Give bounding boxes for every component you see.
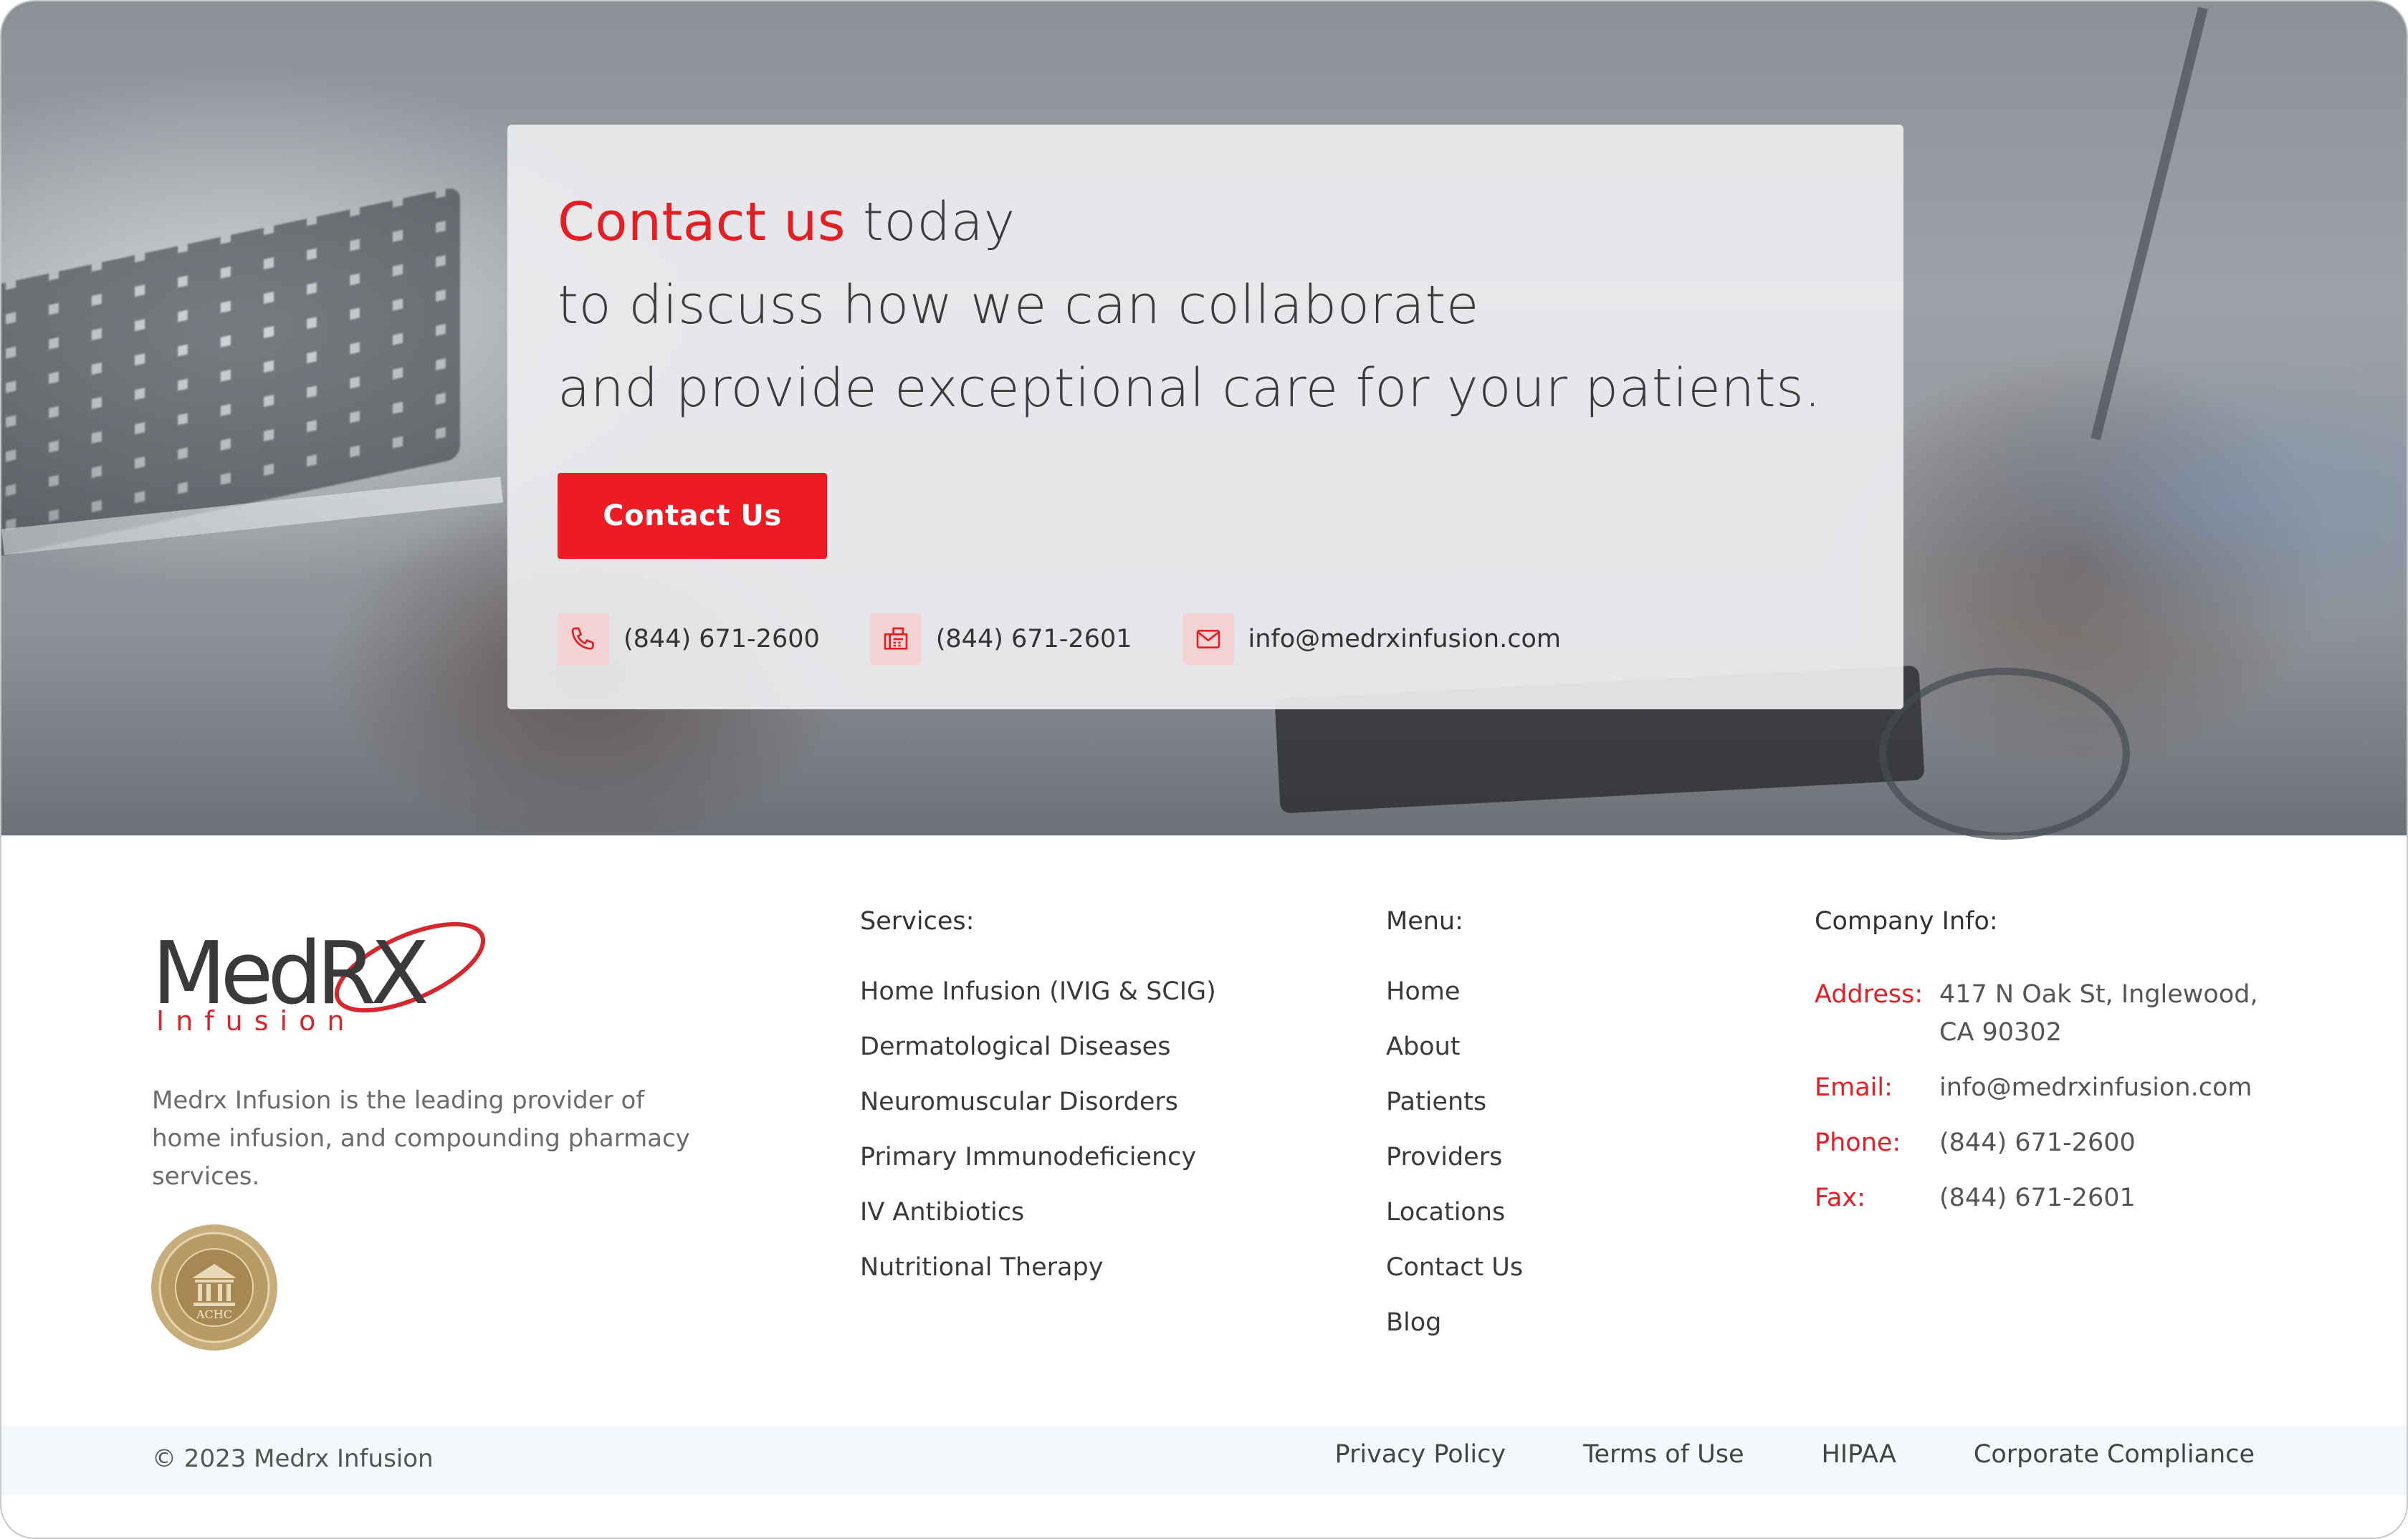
achc-seal-icon: ACHC bbox=[149, 1222, 280, 1353]
phone-icon bbox=[558, 613, 609, 665]
legal-links: Privacy Policy Terms of Use HIPAA Corpor… bbox=[1258, 1440, 2255, 1469]
footer-bottom-bar: © 2023 Medrx Infusion Privacy Policy Ter… bbox=[1, 1426, 2407, 1495]
services-link[interactable]: Nutritional Therapy bbox=[860, 1253, 1103, 1282]
logo-subtitle: Infusion bbox=[156, 1005, 355, 1030]
hero-fax[interactable]: (844) 671-2601 bbox=[869, 613, 1132, 665]
services-link[interactable]: IV Antibiotics bbox=[860, 1198, 1024, 1227]
address-line-1: 417 N Oak St, Inglewood, bbox=[1939, 980, 2258, 1009]
fax-value: (844) 671-2601 bbox=[1939, 1184, 2136, 1212]
contact-us-button[interactable]: Contact Us bbox=[558, 473, 827, 559]
menu-item-home[interactable]: Home bbox=[1386, 976, 1523, 1031]
services-item[interactable]: Home Infusion (IVIG & SCIG) bbox=[860, 976, 1216, 1031]
address-line-2: CA 90302 bbox=[1939, 1018, 2062, 1047]
fax-row: Fax: (844) 671-2601 bbox=[1815, 1179, 2359, 1217]
phone-row: Phone: (844) 671-2600 bbox=[1815, 1124, 2359, 1162]
menu-link[interactable]: Blog bbox=[1386, 1308, 1441, 1337]
corporate-compliance-link[interactable]: Corporate Compliance bbox=[1974, 1440, 2255, 1469]
services-item[interactable]: Primary Immunodeficiency bbox=[860, 1141, 1216, 1197]
menu-link[interactable]: Providers bbox=[1386, 1143, 1502, 1171]
site-footer: MedRX Infusion Medrx Infusion is the lea… bbox=[1, 835, 2407, 1538]
email-row: Email: info@medrxinfusion.com bbox=[1815, 1069, 2359, 1107]
services-item[interactable]: IV Antibiotics bbox=[860, 1197, 1216, 1252]
services-link[interactable]: Home Infusion (IVIG & SCIG) bbox=[860, 977, 1216, 1006]
headline-line-3: and provide exceptional care for your pa… bbox=[558, 358, 1822, 419]
company-description: Medrx Infusion is the leading provider o… bbox=[152, 1086, 690, 1191]
privacy-policy-link[interactable]: Privacy Policy bbox=[1335, 1440, 1506, 1469]
menu-item-locations[interactable]: Locations bbox=[1386, 1197, 1523, 1252]
email-value[interactable]: info@medrxinfusion.com bbox=[1939, 1069, 2252, 1107]
headline-line-1: Contact us today bbox=[558, 181, 1876, 264]
background-stethoscope bbox=[2091, 6, 2208, 441]
menu-item-contact-us[interactable]: Contact Us bbox=[1386, 1252, 1523, 1307]
email-icon bbox=[1182, 613, 1234, 665]
phone-value[interactable]: (844) 671-2600 bbox=[1939, 1124, 2136, 1162]
address-row: Address: 417 N Oak St, Inglewood, CA 903… bbox=[1815, 976, 2359, 1052]
services-item[interactable]: Nutritional Therapy bbox=[860, 1252, 1216, 1307]
hero-fax-text: (844) 671-2601 bbox=[935, 625, 1132, 653]
services-list: Home Infusion (IVIG & SCIG) Dermatologic… bbox=[860, 976, 1216, 1307]
menu-column: Menu: Home About Patients Providers Loca… bbox=[1386, 907, 1523, 1362]
hero-phone-text: (844) 671-2600 bbox=[624, 625, 820, 653]
company-info-column: Company Info: Address: 417 N Oak St, Ing… bbox=[1815, 907, 2359, 1234]
hero-headline: Contact us today to discuss how we can c… bbox=[558, 181, 1876, 430]
fax-label: Fax: bbox=[1815, 1184, 1865, 1212]
menu-link[interactable]: Home bbox=[1386, 977, 1460, 1006]
hero-email-text: info@medrxinfusion.com bbox=[1248, 625, 1562, 653]
menu-link[interactable]: About bbox=[1386, 1032, 1460, 1061]
hero-phone[interactable]: (844) 671-2600 bbox=[558, 613, 820, 665]
services-link[interactable]: Neuromuscular Disorders bbox=[860, 1088, 1178, 1116]
copyright-text: © 2023 Medrx Infusion bbox=[152, 1444, 434, 1473]
menu-item-blog[interactable]: Blog bbox=[1386, 1307, 1523, 1362]
menu-link[interactable]: Contact Us bbox=[1386, 1253, 1523, 1282]
menu-link[interactable]: Patients bbox=[1386, 1088, 1486, 1116]
menu-link[interactable]: Locations bbox=[1386, 1198, 1505, 1227]
email-label: Email: bbox=[1815, 1073, 1893, 1102]
phone-label: Phone: bbox=[1815, 1128, 1901, 1157]
background-glasses bbox=[1879, 668, 2130, 840]
hipaa-link[interactable]: HIPAA bbox=[1822, 1440, 1896, 1469]
menu-item-patients[interactable]: Patients bbox=[1386, 1086, 1523, 1141]
fax-icon bbox=[869, 613, 922, 665]
address-label: Address: bbox=[1815, 980, 1924, 1009]
company-info-title: Company Info: bbox=[1815, 907, 1998, 936]
services-link[interactable]: Primary Immunodeficiency bbox=[860, 1143, 1196, 1171]
services-column: Services: Home Infusion (IVIG & SCIG) De… bbox=[860, 907, 1216, 1307]
headline-accent: Contact us bbox=[558, 191, 846, 253]
services-title: Services: bbox=[860, 907, 975, 936]
headline-rest: today bbox=[845, 191, 1016, 253]
seal-label: ACHC bbox=[196, 1308, 232, 1321]
contact-card: Contact us today to discuss how we can c… bbox=[507, 125, 1903, 709]
menu-list: Home About Patients Providers Locations … bbox=[1386, 976, 1523, 1362]
hero-contact-list: (844) 671-2600 (844) 671-2601 info@medrx… bbox=[558, 612, 1611, 666]
page-frame: Contact us today to discuss how we can c… bbox=[0, 0, 2408, 1539]
terms-of-use-link[interactable]: Terms of Use bbox=[1583, 1440, 1744, 1469]
services-link[interactable]: Dermatological Diseases bbox=[860, 1032, 1170, 1061]
contact-hero: Contact us today to discuss how we can c… bbox=[1, 1, 2407, 840]
headline-line-2: to discuss how we can collaborate bbox=[558, 274, 1479, 336]
menu-item-providers[interactable]: Providers bbox=[1386, 1141, 1523, 1197]
services-item[interactable]: Dermatological Diseases bbox=[860, 1031, 1216, 1086]
medrx-logo[interactable]: MedRX Infusion bbox=[152, 916, 496, 1037]
services-item[interactable]: Neuromuscular Disorders bbox=[860, 1086, 1216, 1141]
menu-title: Menu: bbox=[1386, 907, 1463, 936]
menu-item-about[interactable]: About bbox=[1386, 1031, 1523, 1086]
address-value: 417 N Oak St, Inglewood, CA 90302 bbox=[1939, 976, 2258, 1052]
hero-email[interactable]: info@medrxinfusion.com bbox=[1182, 613, 1562, 665]
